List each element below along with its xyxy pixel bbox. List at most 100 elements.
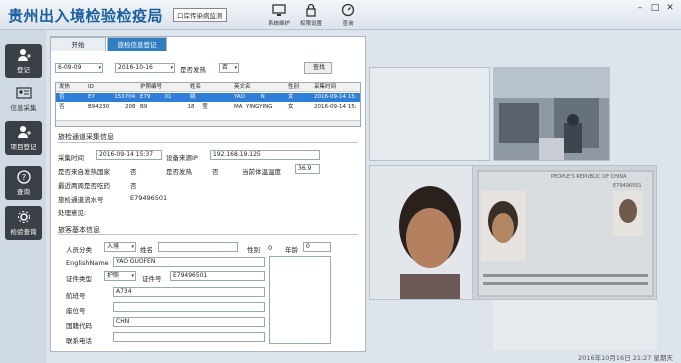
chevron-down-icon: ▾	[131, 244, 134, 250]
medicine-label: 最近两周是否吃药	[58, 182, 110, 190]
svg-text:?: ?	[21, 173, 25, 182]
minimize-button[interactable]: –	[634, 2, 646, 14]
close-button[interactable]: ✕	[664, 2, 676, 14]
cell: 姚	[190, 94, 196, 100]
gender-value: 0	[268, 244, 273, 252]
sidebar-item-project[interactable]: 项目登记	[5, 121, 42, 155]
query-toolbar-button[interactable]: 查询	[329, 3, 367, 27]
tab-inspection-register[interactable]: 旅检信息登记	[107, 37, 167, 51]
chevron-down-icon: ▾	[131, 273, 134, 279]
fever-value: 否	[212, 168, 219, 176]
app-subtitle: 口岸传染病监测	[173, 8, 227, 22]
table-row[interactable]: 否 B94230 208 B9 18 莹 MA YINGYING 女 2016-…	[56, 103, 360, 112]
temperature-label: 当前体温温度	[242, 168, 281, 176]
name-label: 姓名	[140, 246, 153, 254]
user-plus-icon	[17, 126, 31, 138]
header-id: ID	[88, 84, 94, 90]
english-name-field[interactable]: YAO GUOFEN	[113, 257, 265, 267]
sidebar-item-collect[interactable]: 信息采集	[5, 82, 42, 116]
permission-settings-button[interactable]: 权限设置	[292, 3, 330, 27]
age-label: 年龄	[285, 246, 298, 254]
medicine-value: 否	[130, 182, 137, 190]
calendar-dropdown-icon: ▾	[98, 65, 101, 71]
id-type-label: 证件类型	[66, 275, 92, 283]
lock-icon	[306, 3, 316, 17]
flight-label: 航班号	[66, 292, 86, 300]
cell: YAO N	[234, 94, 265, 100]
calendar-dropdown-icon: ▾	[170, 65, 173, 71]
sidebar-item-register[interactable]: 登记	[5, 44, 42, 78]
seat-field[interactable]	[113, 302, 265, 312]
epidemic-country-value: 否	[130, 168, 137, 176]
airport-gate-picture	[494, 68, 609, 160]
horizontal-scrollbar[interactable]	[56, 120, 360, 126]
id-number-label: 证件号	[142, 275, 162, 283]
app-window: 贵州出入境检验检疫局 口岸传染病监测 系统维护 权限设置 查询 – □ ✕ 登记…	[0, 0, 681, 363]
table-header: 发热 ID 护照编号 姓名 英文名 性别 采集时间	[56, 83, 360, 92]
search-button[interactable]: 查找	[304, 62, 332, 74]
system-maintenance-label: 系统维护	[267, 21, 290, 27]
category-value: 入境	[107, 243, 120, 250]
cell: 2016-09-14 15:	[314, 94, 357, 100]
id-number-field[interactable]: E79496501	[170, 271, 265, 281]
fever-label: 是否发热	[166, 168, 192, 176]
collect-time-field[interactable]: 2016-09-14 15:37	[96, 150, 162, 160]
age-field[interactable]: 0	[303, 242, 331, 252]
gauge-icon	[341, 3, 355, 17]
sidebar-item-label: 信息采集	[10, 104, 37, 112]
cell: 否	[59, 94, 65, 100]
gender-label: 性别	[247, 246, 260, 254]
cell: 否	[59, 104, 65, 110]
table-row[interactable]: 否 E7 153704 E79 01 姚 YAO N 女 2016-09-14 …	[56, 93, 360, 102]
header-fever: 发热	[59, 84, 71, 90]
header-collect-time: 采集时间	[314, 84, 337, 90]
passport-scan-image: PEOPLE'S REPUBLIC OF CHINA E79496501	[472, 165, 657, 300]
device-ip-label: 设备来源IP	[166, 154, 198, 162]
divider	[58, 142, 358, 143]
collect-time-label: 采集时间	[58, 154, 84, 162]
name-field[interactable]	[158, 242, 238, 252]
sidebar: 登记 信息采集 项目登记 ? 查询 检验查询	[0, 30, 46, 363]
person-photo-box	[269, 256, 331, 344]
country-label: 国籍代码	[66, 322, 92, 330]
header-bar: 贵州出入境检验检疫局 口岸传染病监测 系统维护 权限设置 查询 – □ ✕	[0, 0, 681, 30]
permission-settings-label: 权限设置	[299, 21, 322, 27]
tab-start[interactable]: 开始	[50, 37, 106, 51]
id-card-icon	[15, 87, 32, 99]
temperature-field[interactable]: 36.9	[295, 164, 320, 174]
question-icon: ?	[16, 170, 31, 184]
id-type-select[interactable]: 护照 ▾	[104, 271, 136, 281]
sidebar-item-label: 查询	[17, 188, 30, 196]
sidebar-item-query[interactable]: ? 查询	[5, 166, 42, 200]
cell: 2016-09-14 15:	[314, 104, 357, 110]
fever-filter-select[interactable]: 否 ▾	[219, 63, 239, 73]
sidebar-item-label: 检验查询	[10, 228, 37, 236]
category-select[interactable]: 入境 ▾	[104, 242, 136, 252]
passport-country: PEOPLE'S REPUBLIC OF CHINA	[551, 174, 627, 180]
settings-icon	[17, 211, 30, 223]
epidemic-country-label: 是否来自发热国家	[58, 168, 110, 176]
seat-label: 座位号	[66, 307, 86, 315]
header-name: 姓名	[190, 84, 202, 90]
maximize-button[interactable]: □	[649, 2, 661, 14]
cell: MA YINGYING	[234, 104, 273, 110]
user-add-icon	[17, 49, 31, 61]
fever-filter-value: 否	[222, 64, 229, 71]
cell: 女	[288, 94, 294, 100]
fever-filter-label: 是否发热	[180, 66, 206, 74]
country-field[interactable]: CHN	[113, 317, 265, 327]
date-to-field[interactable]: 2016-10-16 ▾	[115, 63, 175, 73]
sidebar-item-inspection-query[interactable]: 检验查询	[5, 206, 42, 240]
device-ip-field[interactable]: 192.168.19.125	[210, 150, 320, 160]
date-from-field[interactable]: 6-09-09 ▾	[55, 63, 103, 73]
flight-field[interactable]: A734	[113, 287, 265, 297]
sidebar-item-label: 登记	[17, 66, 30, 74]
serial-label: 旅检通道流水号	[58, 196, 104, 204]
phone-field[interactable]	[113, 332, 265, 342]
passport-number: E79496501	[613, 183, 642, 189]
status-datetime: 2016年10月16日 21:27 星期天	[578, 354, 673, 362]
serial-value: E79496501	[130, 194, 168, 202]
date-to-value: 2016-10-16	[118, 64, 153, 71]
opinion-label: 处理意见:	[58, 209, 87, 217]
sidebar-item-label: 项目登记	[10, 143, 37, 151]
